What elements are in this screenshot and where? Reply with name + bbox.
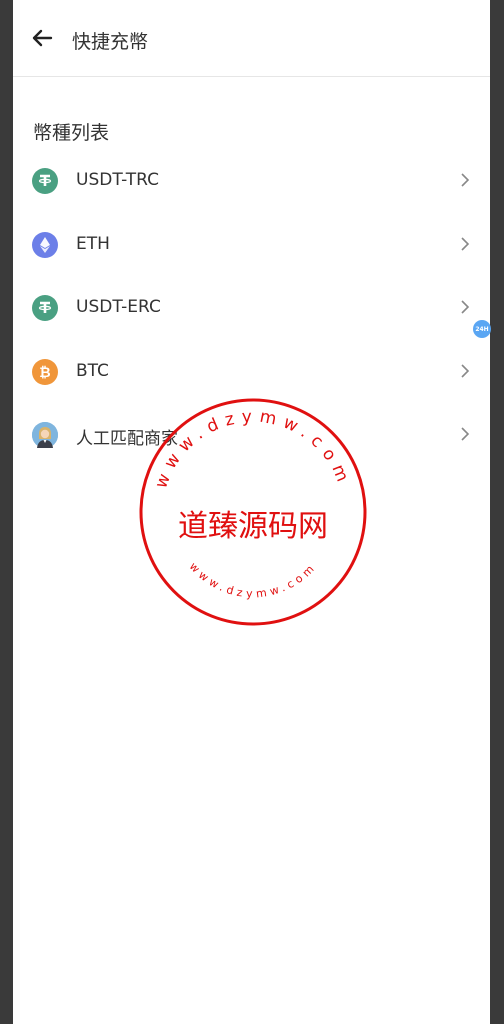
page-title: 快捷充幣 xyxy=(72,31,149,53)
coin-row-manual-merchant[interactable]: 人工匹配商家 xyxy=(13,402,490,466)
bitcoin-icon: ₿ xyxy=(32,358,58,385)
merchant-avatar-icon xyxy=(32,422,58,448)
ethereum-icon xyxy=(32,231,58,258)
coin-list: USDT-TRC ETH USDT-ERC ₿ BTC 人工匹配商家 xyxy=(13,148,490,466)
coin-row-usdt-erc[interactable]: USDT-ERC xyxy=(13,275,490,339)
chevron-right-icon xyxy=(460,236,470,252)
tether-icon xyxy=(32,168,58,194)
chevron-right-icon xyxy=(460,172,470,188)
coin-label: 人工匹配商家 xyxy=(76,429,178,449)
tether-icon xyxy=(32,295,58,321)
coin-row-eth[interactable]: ETH xyxy=(13,212,490,276)
coin-label: USDT-TRC xyxy=(76,170,159,190)
floating-service-badge[interactable]: 24H xyxy=(473,320,491,338)
coin-label: BTC xyxy=(76,360,109,381)
coin-label: ETH xyxy=(76,233,110,254)
coin-row-btc[interactable]: ₿ BTC xyxy=(13,339,490,403)
section-title: 幣種列表 xyxy=(33,122,110,144)
chevron-right-icon xyxy=(460,426,470,442)
app-screen: 快捷充幣 幣種列表 USDT-TRC ETH USDT-ERC ₿ BTC 人工… xyxy=(13,0,490,1024)
chevron-right-icon xyxy=(460,299,470,315)
back-arrow-icon[interactable] xyxy=(31,28,53,48)
svg-text:₿: ₿ xyxy=(39,365,50,380)
coin-row-usdt-trc[interactable]: USDT-TRC xyxy=(13,148,490,212)
chevron-right-icon xyxy=(460,363,470,379)
coin-label: USDT-ERC xyxy=(76,297,161,317)
header-bar: 快捷充幣 xyxy=(13,0,490,77)
